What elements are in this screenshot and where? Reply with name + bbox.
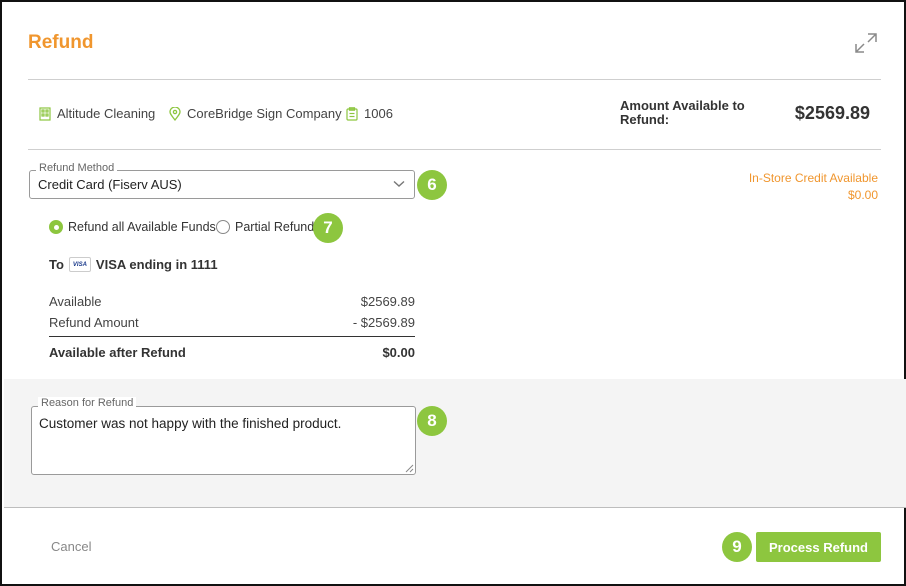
company-info: CoreBridge Sign Company — [169, 106, 342, 121]
modal-title: Refund — [28, 32, 94, 53]
chevron-down-icon[interactable] — [393, 180, 405, 188]
summary-row-after: Available after Refund $0.00 — [49, 345, 415, 360]
in-store-credit-value: $0.00 — [847, 188, 878, 202]
cancel-button[interactable]: Cancel — [51, 539, 91, 554]
divider — [28, 79, 881, 80]
in-store-credit-label: In-Store Credit Available — [748, 171, 878, 185]
step-badge-8: 8 — [417, 406, 447, 436]
reason-label: Reason for Refund — [38, 397, 137, 409]
summary-value: - $2569.89 — [352, 315, 415, 330]
amount-available-label: Amount Available to Refund: — [620, 98, 745, 127]
summary-divider — [49, 336, 415, 337]
radio-partial-refund[interactable]: Partial Refund — [216, 220, 314, 234]
location-pin-icon — [169, 106, 181, 121]
building-icon — [39, 106, 51, 121]
summary-row-refund: Refund Amount - $2569.89 — [49, 315, 415, 330]
expand-icon[interactable] — [854, 32, 878, 54]
visa-card-icon: VISA — [68, 257, 91, 272]
summary-label: Available — [49, 294, 102, 309]
summary-label: Available after Refund — [49, 345, 186, 360]
clipboard-icon — [346, 106, 358, 121]
radio-label: Partial Refund — [235, 220, 315, 234]
summary-row-available: Available $2569.89 — [49, 294, 415, 309]
step-badge-7: 7 — [313, 213, 343, 243]
footer-divider — [4, 507, 906, 508]
customer-info: Altitude Cleaning — [39, 106, 155, 121]
destination-card: VISA ending in 1111 — [95, 257, 218, 272]
radio-unselected-icon[interactable] — [216, 220, 230, 234]
refund-modal: Refund Altitude Cleaning CoreBridge Sign… — [0, 0, 906, 586]
summary-value: $2569.89 — [360, 294, 415, 309]
process-refund-button[interactable]: Process Refund — [756, 532, 881, 562]
reason-text[interactable]: Customer was not happy with the finished… — [39, 416, 341, 431]
resize-handle-icon[interactable] — [405, 464, 414, 473]
radio-label: Refund all Available Funds — [68, 220, 216, 234]
step-badge-9: 9 — [722, 532, 752, 562]
refund-method-value[interactable]: Credit Card (Fiserv AUS) — [38, 177, 182, 192]
refund-destination: To VISA VISA ending in 1111 — [49, 257, 218, 272]
summary-label: Refund Amount — [49, 315, 139, 330]
destination-prefix: To — [49, 257, 64, 272]
radio-selected-icon[interactable] — [49, 220, 63, 234]
company-name: CoreBridge Sign Company — [187, 106, 342, 121]
radio-refund-all[interactable]: Refund all Available Funds — [49, 220, 216, 234]
order-number: 1006 — [364, 106, 393, 121]
step-badge-6: 6 — [417, 170, 447, 200]
order-info: 1006 — [346, 106, 393, 121]
customer-name: Altitude Cleaning — [57, 106, 156, 121]
refund-method-label: Refund Method — [36, 162, 118, 174]
divider — [28, 149, 881, 150]
amount-available-value: $2569.89 — [794, 103, 870, 123]
summary-value: $0.00 — [382, 345, 415, 360]
